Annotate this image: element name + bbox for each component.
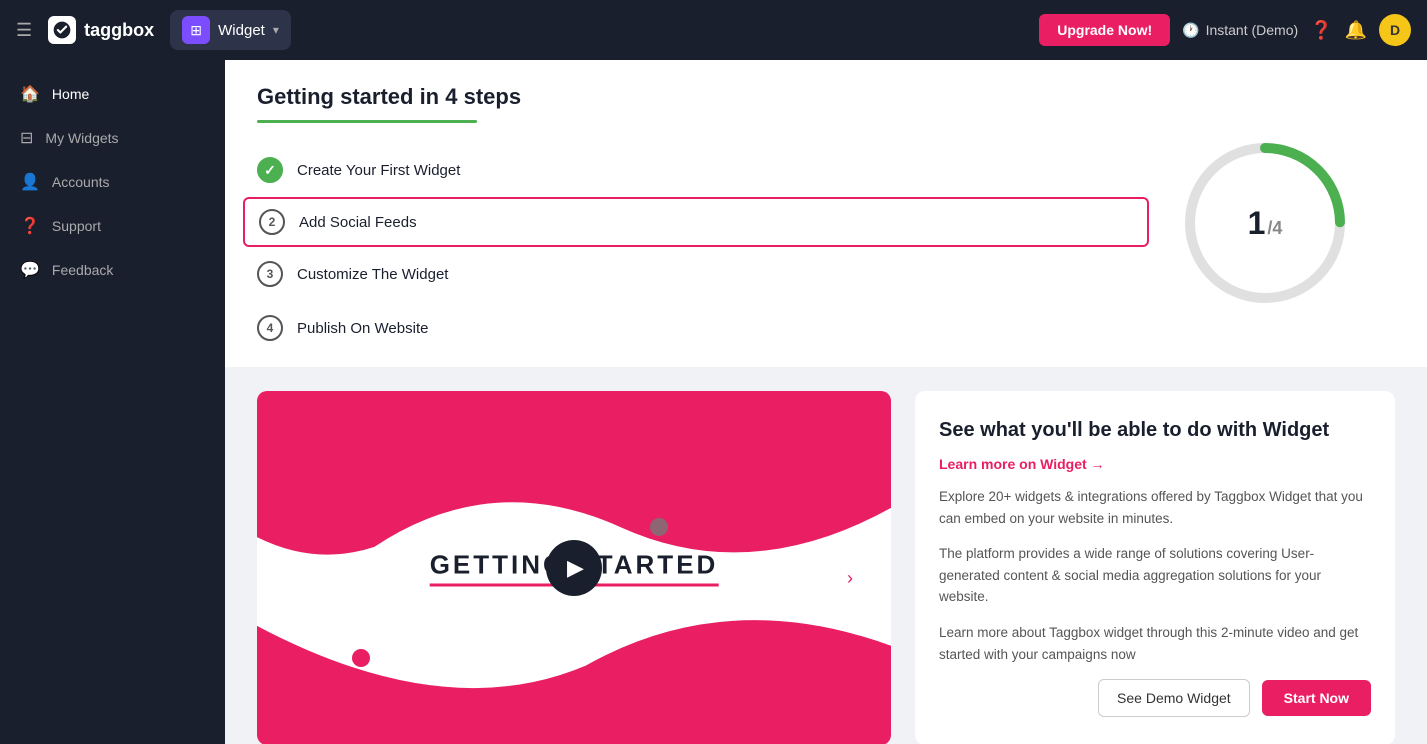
step-4-label: Publish On Website	[297, 320, 428, 337]
video-panel: › ‹‹	[257, 391, 891, 744]
step-1-circle: ✓	[257, 157, 283, 183]
feedback-icon: 💬	[20, 260, 40, 280]
info-panel: See what you'll be able to do with Widge…	[915, 391, 1395, 744]
progress-circle: 1 /4	[1175, 133, 1355, 313]
info-buttons: See Demo Widget Start Now	[939, 679, 1371, 717]
steps-list: ✓ Create Your First Widget 2 Add Social …	[257, 143, 1135, 355]
step-3-label: Customize The Widget	[297, 266, 448, 283]
steps-underline	[257, 120, 477, 123]
sidebar-widgets-label: My Widgets	[45, 130, 118, 146]
sidebar-item-feedback[interactable]: 💬 Feedback	[0, 248, 225, 292]
notification-icon[interactable]: 🔔	[1345, 20, 1367, 41]
sidebar-item-accounts[interactable]: 👤 Accounts	[0, 160, 225, 204]
widget-label: Widget	[218, 22, 265, 39]
widget-selector[interactable]: ⊞ Widget ▾	[170, 10, 291, 50]
main-layout: 🏠 Home ⊟ My Widgets 👤 Accounts ❓ Support…	[0, 60, 1427, 744]
main-content: Getting started in 4 steps ✓ Create Your…	[225, 60, 1427, 744]
step-4-circle: 4	[257, 315, 283, 341]
play-icon: ▶	[567, 555, 584, 581]
logo-icon	[48, 16, 76, 44]
step-2[interactable]: 2 Add Social Feeds	[243, 197, 1149, 247]
sidebar: 🏠 Home ⊟ My Widgets 👤 Accounts ❓ Support…	[0, 60, 225, 744]
instant-demo-button[interactable]: 🕐 Instant (Demo)	[1182, 22, 1298, 39]
video-bg: › ‹‹	[257, 391, 891, 744]
home-icon: 🏠	[20, 84, 40, 104]
info-desc-1: Explore 20+ widgets & integrations offer…	[939, 486, 1371, 529]
step-2-circle: 2	[259, 209, 285, 235]
step-3[interactable]: 3 Customize The Widget	[257, 247, 1135, 301]
avatar[interactable]: D	[1379, 14, 1411, 46]
help-icon[interactable]: ❓	[1310, 20, 1332, 41]
step-3-circle: 3	[257, 261, 283, 287]
widget-icon: ⊞	[182, 16, 210, 44]
lower-section: › ‹‹	[225, 367, 1427, 744]
topnav: ☰ taggbox ⊞ Widget ▾ Upgrade Now! 🕐 Inst…	[0, 0, 1427, 60]
progress-svg	[1175, 133, 1355, 313]
steps-title: Getting started in 4 steps	[257, 84, 1395, 110]
steps-section: Getting started in 4 steps ✓ Create Your…	[225, 60, 1427, 355]
sidebar-item-home[interactable]: 🏠 Home	[0, 72, 225, 116]
play-button[interactable]: ▶	[546, 540, 602, 596]
info-title: See what you'll be able to do with Widge…	[939, 419, 1371, 442]
support-icon: ❓	[20, 216, 40, 236]
sidebar-support-label: Support	[52, 218, 101, 234]
logo: taggbox	[48, 16, 154, 44]
sidebar-item-my-widgets[interactable]: ⊟ My Widgets	[0, 116, 225, 160]
red-blob-bottom	[257, 586, 891, 744]
info-desc-2: The platform provides a wide range of so…	[939, 543, 1371, 608]
info-link[interactable]: Learn more on Widget →	[939, 456, 1371, 472]
upgrade-button[interactable]: Upgrade Now!	[1039, 14, 1170, 46]
step-1[interactable]: ✓ Create Your First Widget	[257, 143, 1135, 197]
widgets-icon: ⊟	[20, 128, 33, 148]
sidebar-item-support[interactable]: ❓ Support	[0, 204, 225, 248]
sidebar-feedback-label: Feedback	[52, 262, 113, 278]
step-2-label: Add Social Feeds	[299, 214, 417, 231]
chevron-down-icon: ▾	[273, 23, 279, 37]
see-demo-button[interactable]: See Demo Widget	[1098, 679, 1250, 717]
hamburger-icon[interactable]: ☰	[16, 20, 32, 41]
info-desc-3: Learn more about Taggbox widget through …	[939, 622, 1371, 665]
logo-text: taggbox	[84, 20, 154, 41]
clock-icon: 🕐	[1182, 22, 1199, 39]
steps-container: ✓ Create Your First Widget 2 Add Social …	[257, 143, 1395, 355]
accounts-icon: 👤	[20, 172, 40, 192]
sidebar-accounts-label: Accounts	[52, 174, 110, 190]
step-4[interactable]: 4 Publish On Website	[257, 301, 1135, 355]
sidebar-home-label: Home	[52, 86, 89, 102]
step-1-label: Create Your First Widget	[297, 162, 460, 179]
start-now-button[interactable]: Start Now	[1262, 680, 1371, 716]
